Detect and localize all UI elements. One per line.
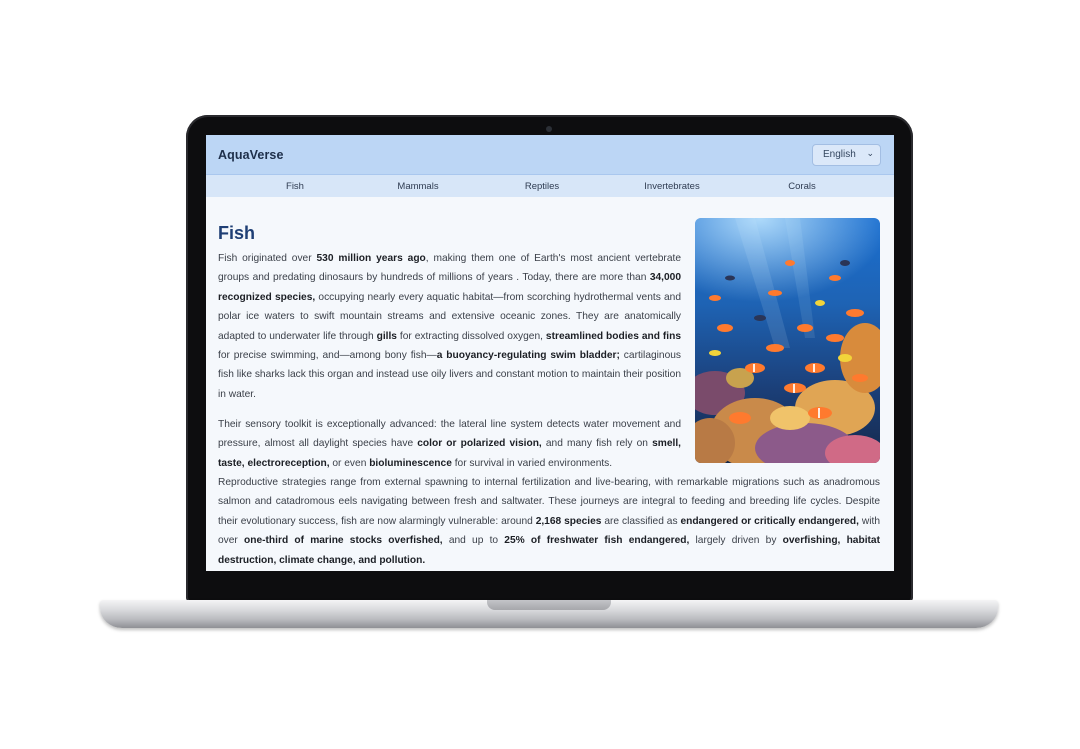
nav-item-fish[interactable]: Fish xyxy=(245,181,345,192)
text-run-bold: streamlined bodies and fins xyxy=(545,330,681,342)
text-run-bold: 530 million years ago xyxy=(316,253,426,264)
text-run: for precise swimming, and—among bony fis… xyxy=(218,350,437,362)
nav-item-corals[interactable]: Corals xyxy=(752,181,852,192)
intro-paragraph: Fish originated over 530 million years a… xyxy=(218,249,681,404)
language-select-value: English xyxy=(823,149,856,160)
text-run: for survival in varied environments. xyxy=(451,457,613,469)
text-run-bold: endangered or critically endangered, xyxy=(680,515,859,527)
language-select[interactable]: English ⌄ xyxy=(812,144,881,166)
coral-reef-fish-image xyxy=(695,218,880,463)
text-run-bold: 2,168 species xyxy=(535,515,602,527)
top-header: AquaVerse English ⌄ xyxy=(206,135,894,175)
text-run-bold: a buoyancy-regulating swim bladder; xyxy=(436,350,620,362)
text-run: Fish originated over xyxy=(218,253,317,264)
page-title: Fish xyxy=(218,223,256,243)
text-run: for extracting dissolved oxygen, xyxy=(396,330,546,342)
sensory-paragraph: Their sensory toolkit is exceptionally a… xyxy=(218,415,681,473)
text-run-bold: 25% of freshwater fish endangered, xyxy=(504,535,690,547)
text-run: and many fish rely on xyxy=(541,438,653,450)
brand-logo-text[interactable]: AquaVerse xyxy=(218,148,284,162)
nav-item-mammals[interactable]: Mammals xyxy=(368,181,468,192)
text-run: largely driven by xyxy=(689,535,783,547)
webcam-icon xyxy=(546,126,552,132)
nav-item-reptiles[interactable]: Reptiles xyxy=(492,181,592,192)
text-run: are classified as xyxy=(601,515,681,527)
laptop-notch xyxy=(487,600,611,610)
text-run-bold: one-third of marine stocks overfished, xyxy=(244,535,443,547)
text-run-bold: gills xyxy=(376,330,397,342)
chevron-down-icon: ⌄ xyxy=(866,148,874,158)
category-nav: Fish Mammals Reptiles Invertebrates Cora… xyxy=(206,175,894,197)
text-run-bold: bioluminescence xyxy=(369,457,452,469)
nav-item-invertebrates[interactable]: Invertebrates xyxy=(622,181,722,192)
laptop-screen: AquaVerse English ⌄ Fish Mammals Reptile… xyxy=(206,135,894,571)
text-run-bold: color or polarized vision, xyxy=(417,438,542,450)
text-run: or even xyxy=(329,457,370,469)
text-run: and up to xyxy=(442,535,505,547)
reproduction-paragraph: Reproductive strategies range from exter… xyxy=(218,473,880,570)
